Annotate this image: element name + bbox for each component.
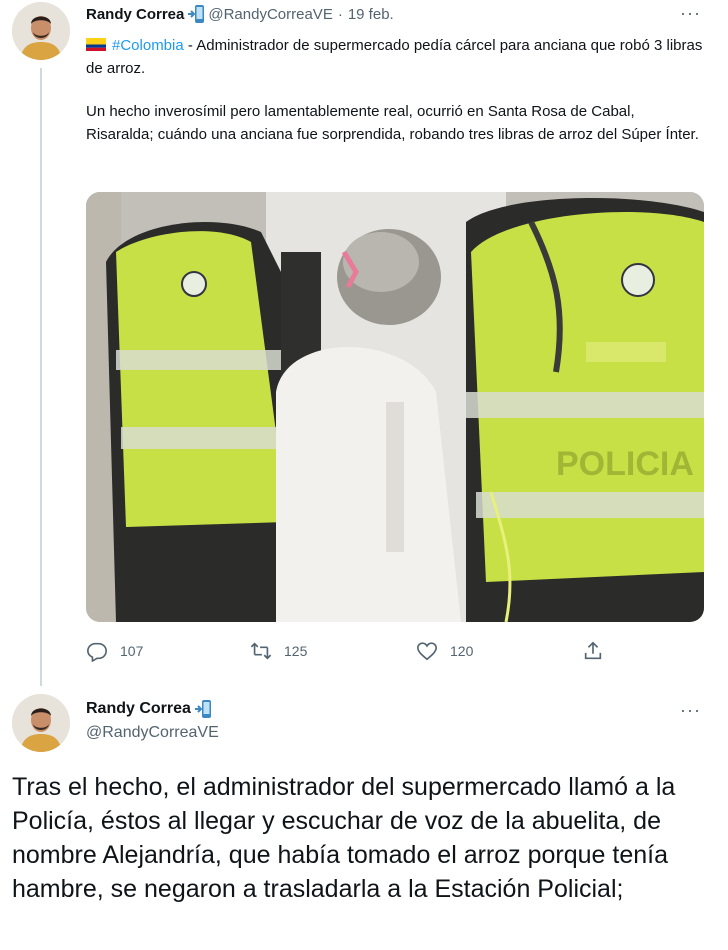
author-handle[interactable]: @RandyCorreaVE [86,724,219,742]
author-name[interactable]: Randy Correa [86,6,184,23]
avatar[interactable] [12,2,70,60]
hashtag-link[interactable]: #Colombia [112,37,184,54]
more-options-button[interactable]: ··· [680,700,701,721]
tweet-header: Randy Correa @RandyCorreaVE · 19 feb. [86,5,394,23]
mobile-phone-emoji-icon [188,5,205,23]
share-button[interactable] [582,640,616,662]
like-count: 120 [450,643,474,659]
mobile-phone-emoji-icon [194,700,211,718]
tweet-headline: #Colombia - Administrador de supermercad… [86,34,706,80]
like-button[interactable]: 120 [416,640,473,662]
reply-count: 107 [120,643,144,659]
retweet-count: 125 [284,643,308,659]
author-name[interactable]: Randy Correa [86,700,191,718]
tweet-body: Un hecho inverosímil pero lamentablement… [86,103,699,143]
more-options-button[interactable]: ··· [680,3,701,24]
tweet-photo[interactable]: POLICIA [86,192,704,622]
thread-connector-line [40,68,42,686]
vest-lettering: POLICIA [556,445,694,483]
like-icon [417,642,437,661]
retweet-icon [250,642,272,660]
reply-button[interactable]: 107 [86,640,143,662]
separator-dot: · [337,5,343,23]
avatar[interactable] [12,694,70,752]
colombia-flag-icon [86,35,106,51]
tweet-actions: 107 125 120 [86,640,626,670]
tweet-text: #Colombia - Administrador de supermercad… [86,34,706,166]
tweet2-header: Randy Correa [86,700,215,718]
tweet-date[interactable]: 19 feb. [348,6,394,23]
tweet-text: Tras el hecho, el administrador del supe… [12,773,676,903]
reply-icon [87,642,107,662]
share-icon [584,641,602,660]
author-handle[interactable]: @RandyCorreaVE [208,6,332,23]
retweet-button[interactable]: 125 [250,640,307,662]
